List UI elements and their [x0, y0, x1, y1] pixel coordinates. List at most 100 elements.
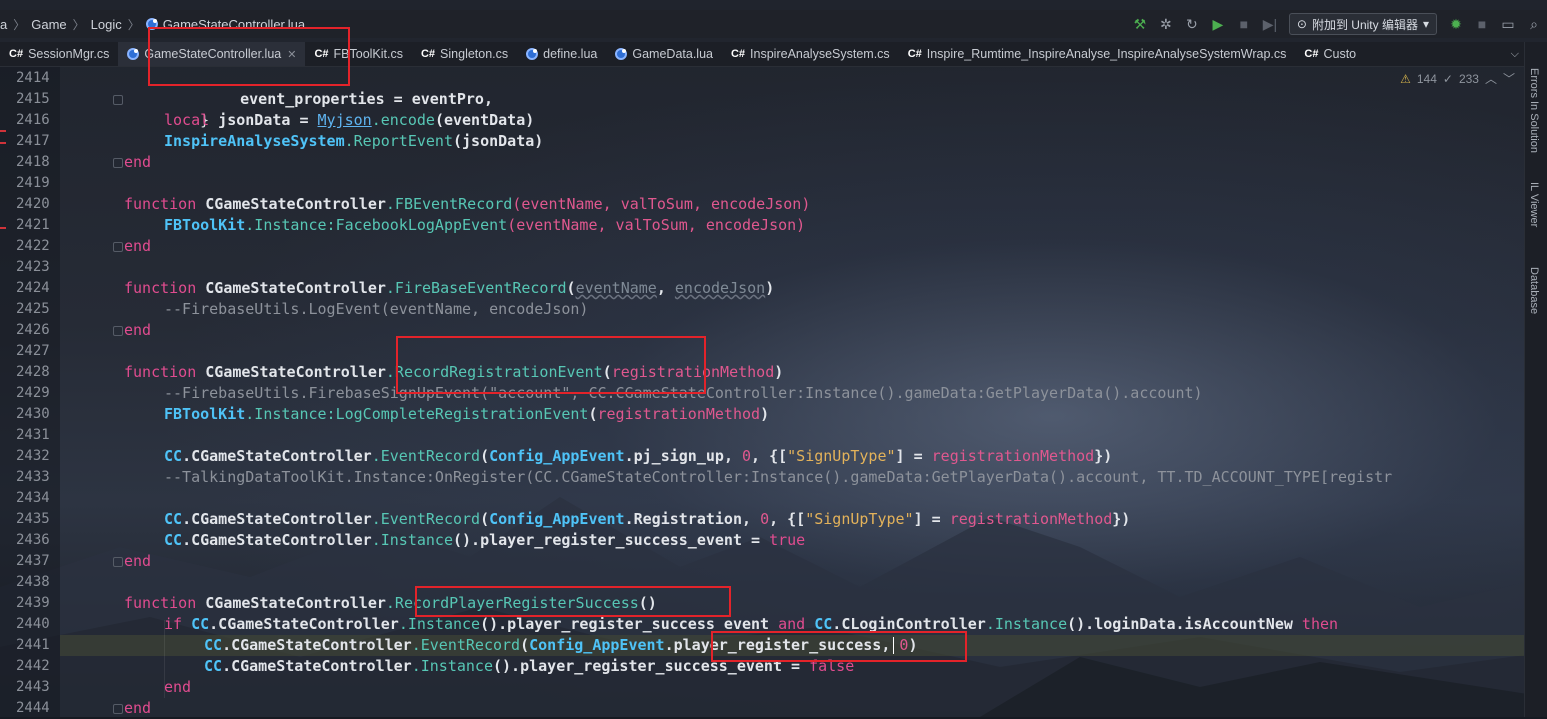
tabs-overflow-chevron-icon[interactable]: ⌵ [1511, 42, 1519, 66]
comment: --FirebaseUtils.FirebaseSignUpEvent("acc… [164, 384, 1203, 402]
method-ref: FacebookLogAppEvent [335, 216, 508, 234]
line-number: 2436 [16, 532, 50, 548]
window-icon[interactable]: ▭ [1495, 16, 1521, 33]
breadcrumb-item-logic[interactable]: Logic [91, 17, 122, 32]
class-ref: Config_AppEvent [489, 447, 625, 465]
class-ref: .CGameStateController [182, 531, 372, 549]
tab-custom[interactable]: C# Custo [1295, 42, 1365, 66]
method-ref: .Instance [371, 531, 453, 549]
class-ref: .CGameStateController [222, 657, 412, 675]
close-icon[interactable]: ✕ [287, 48, 296, 61]
attach-label: 附加到 Unity 编辑器 [1311, 17, 1418, 32]
hammer-icon[interactable]: ⚒ [1127, 16, 1153, 33]
tab-sessionmgr[interactable]: C# SessionMgr.cs [0, 42, 118, 66]
field-ref: ().loginData.isAccountNew [1067, 615, 1302, 633]
class-ref: CGameStateController [205, 279, 386, 297]
code-editor[interactable]: 2414 2415 2416 2417 2418 2419 2420 2421 … [0, 67, 1525, 717]
code-line-2442: CC.CGameStateController.Instance().playe… [204, 656, 854, 677]
stop-icon[interactable]: ■ [1231, 16, 1257, 32]
code-line-2416: local jsonData = Myjson.encode(eventData… [164, 110, 534, 131]
breadcrumb-item-root[interactable]: a [0, 17, 7, 32]
tab-define[interactable]: define.lua [517, 42, 606, 66]
breadcrumb-item-file[interactable]: GameStateController.lua [163, 17, 305, 32]
method-ref: .encode [371, 111, 435, 129]
line-number: 2425 [16, 301, 50, 317]
params: (eventName, valToSum, encodeJson) [507, 216, 806, 234]
method-ref: .Instance: [245, 216, 336, 234]
process-icon: ⊙ [1296, 17, 1307, 31]
line-number: 2421 [16, 217, 50, 233]
string: "SignUpType" [805, 510, 914, 528]
params: (eventName, valToSum, encodeJson) [512, 195, 811, 213]
tab-label: Inspire_Rumtime_InspireAnalyse_InspireAn… [926, 47, 1287, 61]
refresh-icon[interactable]: ↻ [1179, 16, 1205, 33]
attach-to-unity-button[interactable]: ⊙ 附加到 Unity 编辑器 ▾ [1288, 13, 1437, 35]
warning-count: 144 [1416, 71, 1437, 86]
il-viewer-tab[interactable]: IL Viewer [1528, 182, 1540, 227]
line-number: 2427 [16, 343, 50, 359]
code-line-2437: end [124, 551, 151, 572]
search-icon[interactable]: ⌕ [1521, 16, 1547, 33]
csharp-file-icon: C# [420, 48, 436, 60]
debug-icon[interactable]: ✲ [1153, 16, 1179, 33]
breadcrumb-separator-icon: 〉 [72, 17, 85, 32]
breadcrumb-item-game[interactable]: Game [31, 17, 66, 32]
lua-file-icon [145, 18, 158, 30]
csharp-file-icon: C# [314, 48, 329, 60]
step-icon[interactable]: ▶| [1257, 16, 1283, 33]
fold-marker-icon[interactable] [113, 95, 123, 105]
database-tab[interactable]: Database [1528, 267, 1540, 314]
params: registrationMethod [597, 405, 761, 423]
line-number: 2430 [16, 406, 50, 422]
line-number: 2423 [16, 259, 50, 275]
bug-icon[interactable]: ✹ [1443, 16, 1469, 33]
params: registrationMethod [931, 447, 1095, 465]
fold-marker-icon[interactable] [113, 557, 123, 567]
line-number: 2431 [16, 427, 50, 443]
line-number: 2438 [16, 574, 50, 590]
line-number: 2422 [16, 238, 50, 254]
line-number: 2432 [16, 448, 50, 464]
line-number: 2416 [16, 112, 50, 128]
class-ref: FBToolKit [164, 216, 246, 234]
run-icon[interactable]: ▶ [1205, 16, 1231, 33]
fold-marker-icon[interactable] [113, 326, 123, 336]
class-ref: CC [164, 447, 183, 465]
fold-marker-icon[interactable] [113, 704, 123, 714]
class-ref: Config_AppEvent [529, 636, 665, 654]
code-line-2436: CC.CGameStateController.Instance().playe… [164, 530, 805, 551]
tab-singleton[interactable]: C# Singleton.cs [412, 42, 517, 66]
inspection-widget[interactable]: ⚠ 144 ✓ 233 ︿ ﹀ [1400, 70, 1515, 87]
errors-in-solution-tab[interactable]: Errors In Solution [1528, 68, 1540, 153]
tab-label: InspireAnalyseSystem.cs [750, 47, 890, 61]
chevron-up-icon[interactable]: ︿ [1485, 70, 1497, 87]
tab-gamedata[interactable]: GameData.lua [606, 42, 722, 66]
chevron-down-icon[interactable]: ﹀ [1503, 70, 1515, 87]
indent-guide [164, 620, 165, 698]
fold-marker-icon[interactable] [113, 158, 123, 168]
method-ref: .Instance [411, 657, 493, 675]
warning-icon: ⚠ [1400, 71, 1411, 86]
weak-warning-icon: ✓ [1442, 71, 1453, 86]
tab-fbtoolkit[interactable]: C# FBToolKit.cs [305, 42, 412, 66]
line-number: 2433 [16, 469, 50, 485]
tab-inspireanalysesystem[interactable]: C# InspireAnalyseSystem.cs [722, 42, 899, 66]
code-line-2435: CC.CGameStateController.EventRecord(Conf… [164, 510, 1131, 528]
params: registrationMethod [949, 510, 1113, 528]
fold-marker-icon[interactable] [113, 242, 123, 252]
method-ref: .ReportEvent [344, 132, 453, 150]
tab-gamestatecontroller[interactable]: GameStateController.lua ✕ [118, 42, 306, 66]
class-ref: CC [204, 636, 223, 654]
class-ref: CC [814, 615, 833, 633]
method-ref: .FBEventRecord [385, 195, 513, 213]
params: eventName [575, 279, 657, 297]
class-ref: InspireAnalyseSystem [164, 132, 345, 150]
class-ref[interactable]: Myjson [318, 111, 372, 129]
tab-inspire-wrap[interactable]: C# Inspire_Rumtime_InspireAnalyse_Inspir… [899, 42, 1296, 66]
line-number: 2443 [16, 679, 50, 695]
stop-debug-icon[interactable]: ■ [1469, 16, 1495, 32]
change-marker [0, 227, 6, 229]
method-ref: .Instance: [245, 405, 336, 423]
csharp-file-icon: C# [1304, 48, 1319, 60]
chevron-down-icon: ▾ [1422, 17, 1429, 31]
